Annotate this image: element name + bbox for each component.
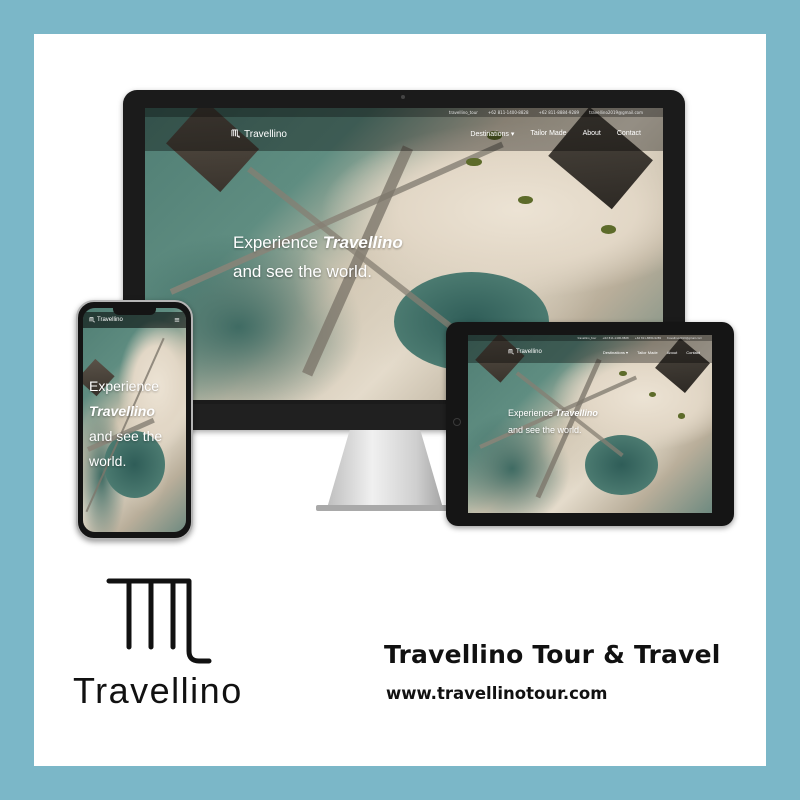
monitor-stand-base (316, 505, 454, 511)
instagram-link[interactable]: travellino_tour (449, 110, 478, 115)
tablet-screen: travellino_tour +62 811-1400-8828 +62 81… (468, 335, 712, 513)
phone-link-2[interactable]: +62 811-8884-9289 (635, 337, 661, 340)
hero-line1-prefix: Experience (508, 408, 556, 418)
nav-contact[interactable]: Contact (686, 350, 700, 355)
nav-tailor-made[interactable]: Tailor Made (637, 350, 658, 355)
outer-frame: travellino_tour +62 811-1400-8828 +62 81… (0, 0, 800, 800)
main-menu: Destinations ▾ Tailor Made About Contact (470, 130, 641, 138)
webcam-icon (401, 95, 405, 99)
contact-topbar: travellino_tour +62 811-1400-8828 +62 81… (145, 108, 663, 117)
nav-tailor-made[interactable]: Tailor Made (530, 130, 566, 138)
nav-contact[interactable]: Contact (617, 130, 641, 138)
travellino-logo-icon (508, 349, 514, 355)
phone-notch (113, 308, 156, 315)
site-navbar: Travellino Destinations ▾ Tailor Made Ab… (468, 341, 712, 363)
nav-about[interactable]: About (583, 130, 601, 138)
logo-wordmark: Travellino (73, 670, 243, 711)
phone-device: Travellino ≡ Experience Travellino and s… (76, 300, 193, 540)
hero-line2: and see the world. (89, 428, 163, 469)
tablet-device: travellino_tour +62 811-1400-8828 +62 81… (446, 322, 734, 526)
travellino-logo-icon (106, 578, 212, 664)
home-button-icon (453, 418, 461, 426)
travellino-logo-icon (89, 317, 95, 323)
site-logo[interactable]: Travellino (508, 349, 542, 355)
site-brand-name: Travellino (244, 128, 287, 140)
website-url[interactable]: www.travellinotour.com (386, 684, 607, 703)
company-name: Travellino Tour & Travel (384, 640, 721, 669)
hero-line1-prefix: Experience (233, 233, 323, 252)
nav-destinations[interactable]: Destinations ▾ (470, 130, 514, 138)
hero-headline: Experience Travellino and see the world. (233, 228, 403, 286)
email-link[interactable]: travellino2019@gmail.com (589, 110, 643, 115)
hero-line1-brand: Travellino (322, 233, 403, 252)
hamburger-menu-icon[interactable]: ≡ (174, 316, 180, 324)
nav-destinations[interactable]: Destinations ▾ (603, 350, 628, 355)
site-brand-name: Travellino (97, 317, 123, 323)
site-logo[interactable]: Travellino (89, 317, 123, 323)
email-link[interactable]: travellino2019@gmail.com (667, 337, 702, 340)
instagram-link[interactable]: travellino_tour (578, 337, 597, 340)
hero-headline: Experience Travellino and see the world. (89, 374, 185, 474)
nav-about[interactable]: About (667, 350, 677, 355)
site-logo[interactable]: Travellino (231, 129, 287, 140)
main-menu: Destinations ▾ Tailor Made About Contact (603, 350, 700, 355)
phone-link-1[interactable]: +62 811-1400-8828 (602, 337, 628, 340)
travellino-logo-icon (231, 129, 240, 139)
site-navbar: Travellino Destinations ▾ Tailor Made Ab… (145, 117, 663, 151)
hero-line2: and see the world. (233, 262, 372, 281)
hero-line2: and see the world. (508, 425, 582, 435)
phone-link-2[interactable]: +62 811-8884-9289 (538, 110, 579, 115)
hero-headline: Experience Travellino and see the world. (508, 405, 598, 439)
hero-line1-brand: Travellino (555, 408, 598, 418)
hero-line1-brand: Travellino (89, 403, 155, 419)
phone-screen: Travellino ≡ Experience Travellino and s… (83, 308, 186, 532)
site-brand-name: Travellino (516, 349, 542, 355)
phone-link-1[interactable]: +62 811-1400-8828 (488, 110, 529, 115)
hero-line1-prefix: Experience (89, 378, 160, 394)
